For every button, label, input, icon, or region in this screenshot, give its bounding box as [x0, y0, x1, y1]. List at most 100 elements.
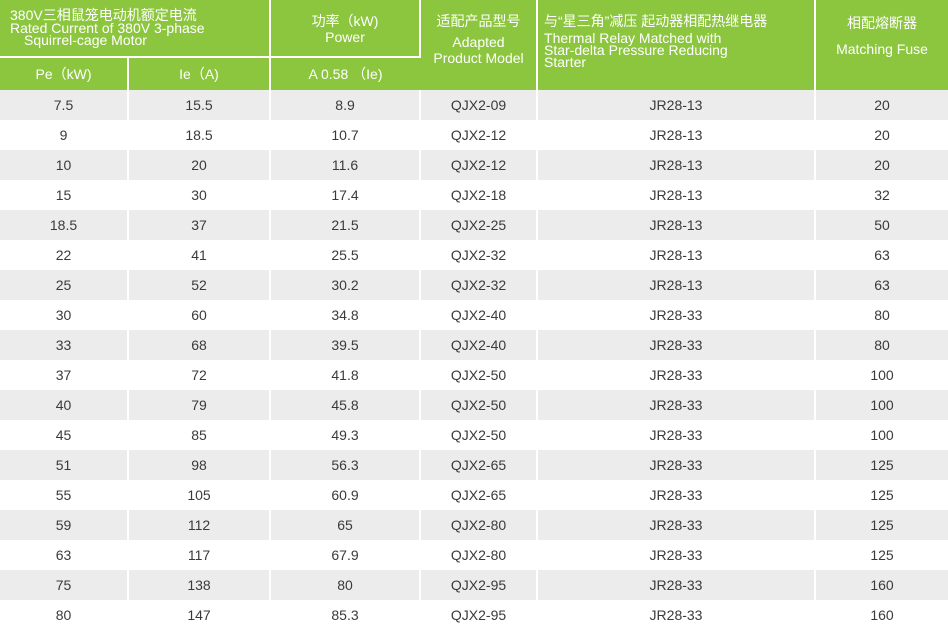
cell-power: 11.6 — [270, 150, 422, 180]
cell-relay: JR28-33 — [537, 420, 817, 450]
cell-relay: JR28-13 — [537, 90, 817, 120]
header-power-en: Power — [325, 29, 365, 45]
cell-relay: JR28-33 — [537, 540, 817, 570]
table-row: 40 79 45.8 QJX2-50 JR28-33 100 — [0, 390, 948, 420]
cell-power: 8.9 — [270, 90, 422, 120]
cell-power: 60.9 — [270, 480, 422, 510]
cell-ie: 68 — [128, 330, 272, 360]
cell-power: 80 — [270, 570, 422, 600]
cell-fuse: 20 — [815, 150, 948, 180]
cell-fuse: 125 — [815, 540, 948, 570]
cell-fuse: 80 — [815, 300, 948, 330]
cell-model: QJX2-12 — [420, 150, 539, 180]
cell-ie: 15.5 — [128, 90, 272, 120]
cell-pe: 75 — [0, 570, 129, 600]
header-ie: Ie（A) — [128, 56, 272, 90]
table-row: 55 105 60.9 QJX2-65 JR28-33 125 — [0, 480, 948, 510]
cell-ie: 85 — [128, 420, 272, 450]
header-row: 380V三相鼠笼电动机额定电流 Rated Current of 380V 3-… — [0, 0, 948, 90]
cell-ie: 138 — [128, 570, 272, 600]
cell-relay: JR28-33 — [537, 480, 817, 510]
cell-ie: 79 — [128, 390, 272, 420]
cell-power: 41.8 — [270, 360, 422, 390]
header-motor-en-2: Squirrel-cage Motor — [24, 32, 147, 48]
table-row: 10 20 11.6 QJX2-12 JR28-13 20 — [0, 150, 948, 180]
cell-fuse: 63 — [815, 240, 948, 270]
cell-model: QJX2-95 — [420, 600, 539, 630]
table-row: 33 68 39.5 QJX2-40 JR28-33 80 — [0, 330, 948, 360]
cell-fuse: 125 — [815, 510, 948, 540]
cell-power: 49.3 — [270, 420, 422, 450]
cell-model: QJX2-80 — [420, 540, 539, 570]
cell-ie: 30 — [128, 180, 272, 210]
header-product-model: 适配产品型号 Adapted Product Model — [420, 0, 539, 90]
cell-pe: 7.5 — [0, 90, 129, 120]
cell-relay: JR28-13 — [537, 240, 817, 270]
cell-power: 45.8 — [270, 390, 422, 420]
cell-power: 85.3 — [270, 600, 422, 630]
header-relay-cn: 与“星三角”减压 起动器相配热继电器 — [544, 13, 768, 29]
header-fuse-en: Matching Fuse — [836, 41, 928, 57]
header-power-formula: A 0.58 （Ie) — [270, 56, 421, 90]
cell-model: QJX2-25 — [420, 210, 539, 240]
cell-relay: JR28-13 — [537, 150, 817, 180]
cell-fuse: 125 — [815, 480, 948, 510]
header-motor-current: 380V三相鼠笼电动机额定电流 Rated Current of 380V 3-… — [0, 0, 272, 57]
cell-ie: 60 — [128, 300, 272, 330]
cell-model: QJX2-65 — [420, 480, 539, 510]
cell-relay: JR28-33 — [537, 300, 817, 330]
table-row: 37 72 41.8 QJX2-50 JR28-33 100 — [0, 360, 948, 390]
cell-model: QJX2-18 — [420, 180, 539, 210]
cell-model: QJX2-12 — [420, 120, 539, 150]
cell-pe: 37 — [0, 360, 129, 390]
cell-relay: JR28-13 — [537, 270, 817, 300]
cell-relay: JR28-33 — [537, 600, 817, 630]
header-model-cn: 适配产品型号 — [436, 13, 521, 29]
cell-ie: 20 — [128, 150, 272, 180]
header-model-en-1: Adapted — [452, 34, 505, 50]
cell-power: 25.5 — [270, 240, 422, 270]
header-fuse-cn: 相配熔断器 — [847, 15, 918, 31]
cell-relay: JR28-33 — [537, 390, 817, 420]
cell-ie: 117 — [128, 540, 272, 570]
cell-power: 67.9 — [270, 540, 422, 570]
cell-ie: 98 — [128, 450, 272, 480]
table-body: 7.5 15.5 8.9 QJX2-09 JR28-13 20 9 18.5 10.7 QJX2-… — [0, 90, 948, 630]
cell-power: 56.3 — [270, 450, 422, 480]
cell-power: 21.5 — [270, 210, 422, 240]
cell-model: QJX2-65 — [420, 450, 539, 480]
cell-model: QJX2-40 — [420, 330, 539, 360]
cell-fuse: 80 — [815, 330, 948, 360]
cell-ie: 37 — [128, 210, 272, 240]
cell-relay: JR28-33 — [537, 330, 817, 360]
cell-pe: 18.5 — [0, 210, 129, 240]
header-power-cn: 功率（kW) — [311, 13, 379, 29]
cell-fuse: 20 — [815, 90, 948, 120]
cell-model: QJX2-80 — [420, 510, 539, 540]
cell-pe: 40 — [0, 390, 129, 420]
header-thermal-relay: 与“星三角”减压 起动器相配热继电器 Thermal Relay Matched… — [537, 0, 817, 90]
cell-fuse: 63 — [815, 270, 948, 300]
cell-power: 39.5 — [270, 330, 422, 360]
cell-fuse: 20 — [815, 120, 948, 150]
cell-relay: JR28-13 — [537, 180, 817, 210]
cell-fuse: 160 — [815, 570, 948, 600]
cell-pe: 30 — [0, 300, 129, 330]
cell-relay: JR28-33 — [537, 360, 817, 390]
table-header: 380V三相鼠笼电动机额定电流 Rated Current of 380V 3-… — [0, 0, 948, 90]
cell-fuse: 160 — [815, 600, 948, 630]
cell-model: QJX2-95 — [420, 570, 539, 600]
cell-pe: 9 — [0, 120, 129, 150]
cell-fuse: 50 — [815, 210, 948, 240]
table-row: 25 52 30.2 QJX2-32 JR28-13 63 — [0, 270, 948, 300]
cell-ie: 41 — [128, 240, 272, 270]
cell-pe: 45 — [0, 420, 129, 450]
cell-relay: JR28-33 — [537, 570, 817, 600]
cell-model: QJX2-50 — [420, 360, 539, 390]
table-row: 18.5 37 21.5 QJX2-25 JR28-13 50 — [0, 210, 948, 240]
header-motor-cn: 380V三相鼠笼电动机额定电流 — [10, 7, 197, 23]
cell-power: 30.2 — [270, 270, 422, 300]
header-pe: Pe（kW) — [0, 56, 129, 90]
motor-spec-table: 380V三相鼠笼电动机额定电流 Rated Current of 380V 3-… — [0, 0, 948, 630]
cell-power: 65 — [270, 510, 422, 540]
